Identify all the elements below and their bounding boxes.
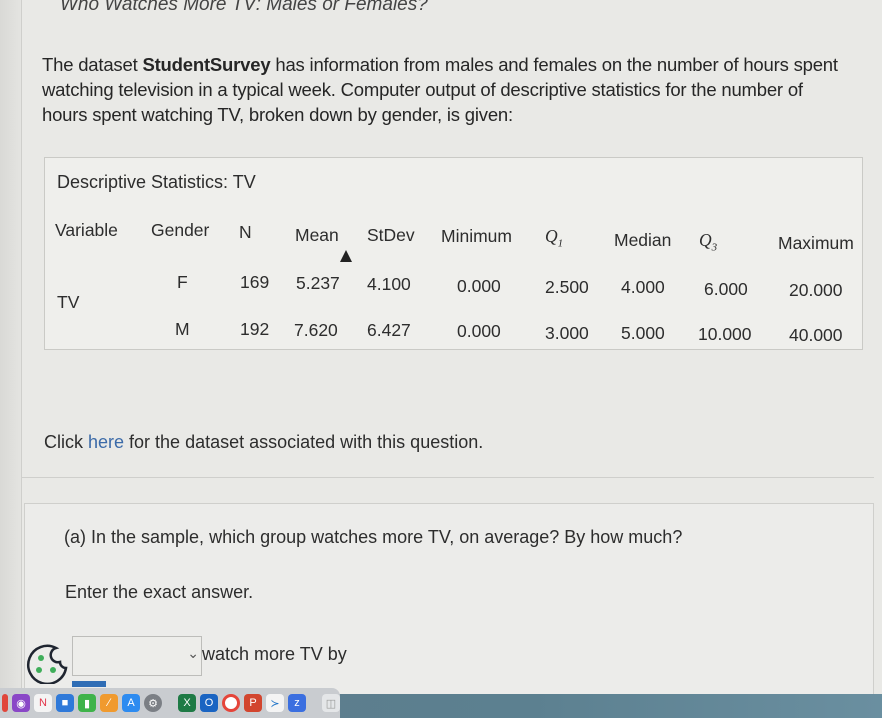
app-store-icon[interactable]: A [122, 694, 140, 712]
header-minimum: Minimum [441, 226, 512, 246]
intro-paragraph: The dataset StudentSurvey has informatio… [42, 52, 842, 127]
header-q1-sub: 1 [557, 237, 564, 250]
pages-icon[interactable]: ∕ [100, 694, 118, 712]
header-q3-letter: Q [699, 230, 712, 250]
cell-median: 5.000 [621, 323, 665, 343]
cell-mean: 7.620 [294, 320, 338, 340]
header-mean: Mean [295, 225, 339, 245]
system-settings-icon[interactable]: ⚙ [144, 694, 162, 712]
cookie-consent-icon[interactable] [22, 642, 72, 686]
part-a-instruction: Enter the exact answer. [65, 582, 254, 602]
cell-q3: 6.000 [704, 279, 748, 299]
header-q3: Q3 [699, 230, 717, 254]
answer-suffix-text: watch more TV by [202, 644, 347, 664]
chevron-down-icon: ⌄ [187, 645, 199, 661]
intro-text-before: The dataset [42, 54, 143, 75]
dataset-link-suffix: for the dataset associated with this que… [124, 432, 484, 452]
header-median: Median [614, 230, 672, 250]
stats-title: Descriptive Statistics: TV [57, 172, 256, 192]
macos-dock: ◉ N ■ ▮ ∕ A ⚙ X O P ≻ z ◫ [0, 688, 340, 718]
outlook-icon[interactable]: O [200, 694, 218, 712]
dataset-link-line: Click here for the dataset associated wi… [44, 432, 483, 453]
cell-n: 192 [240, 319, 270, 339]
page-title: Who Watches More TV: Males or Females? [60, 0, 428, 15]
cell-gender: F [177, 272, 188, 292]
mouse-cursor-icon [340, 250, 352, 262]
part-a-question: (a) In the sample, which group watches m… [64, 527, 683, 547]
cell-stdev: 4.100 [367, 274, 411, 294]
cell-q1: 2.500 [545, 277, 589, 297]
cell-minimum: 0.000 [457, 321, 501, 341]
trash-icon[interactable]: ◫ [322, 694, 340, 712]
dataset-name: StudentSurvey [142, 54, 271, 75]
cell-gender: M [175, 319, 190, 339]
podcasts-icon[interactable]: ◉ [12, 694, 30, 712]
zoom-icon[interactable]: z [288, 694, 306, 712]
excel-icon[interactable]: X [178, 694, 196, 712]
keynote-icon[interactable]: ■ [56, 694, 74, 712]
cell-median: 4.000 [621, 277, 665, 297]
cell-q1: 3.000 [545, 323, 589, 343]
cell-n: 169 [240, 272, 270, 292]
question-card [22, 358, 874, 478]
header-q3-sub: 3 [711, 241, 718, 254]
header-gender: Gender [151, 220, 210, 240]
news-icon[interactable]: N [34, 694, 52, 712]
group-select[interactable]: ⌄ [72, 636, 202, 676]
header-maximum: Maximum [778, 233, 854, 253]
header-variable: Variable [55, 220, 118, 240]
cell-minimum: 0.000 [457, 276, 501, 296]
numbers-icon[interactable]: ▮ [78, 694, 96, 712]
cell-maximum: 20.000 [789, 280, 843, 300]
app-icon-partial[interactable] [2, 694, 8, 712]
cell-mean: 5.237 [296, 273, 340, 293]
header-stdev: StDev [367, 225, 415, 245]
progress-indicator [72, 681, 106, 687]
window-left-edge [0, 0, 22, 690]
header-q1: Q1 [545, 226, 563, 250]
dataset-link[interactable]: here [88, 432, 124, 452]
powerpoint-icon[interactable]: P [244, 694, 262, 712]
cell-maximum: 40.000 [789, 325, 843, 345]
chrome-icon[interactable] [222, 694, 240, 712]
header-n: N [239, 222, 252, 242]
cell-q3: 10.000 [698, 324, 752, 344]
descriptive-statistics-table: Descriptive Statistics: TV Variable Gend… [44, 157, 863, 350]
header-q1-letter: Q [545, 226, 558, 246]
dataset-link-prefix: Click [44, 432, 88, 452]
vscode-icon[interactable]: ≻ [266, 694, 284, 712]
cell-stdev: 6.427 [367, 320, 411, 340]
variable-label: TV [57, 292, 80, 312]
